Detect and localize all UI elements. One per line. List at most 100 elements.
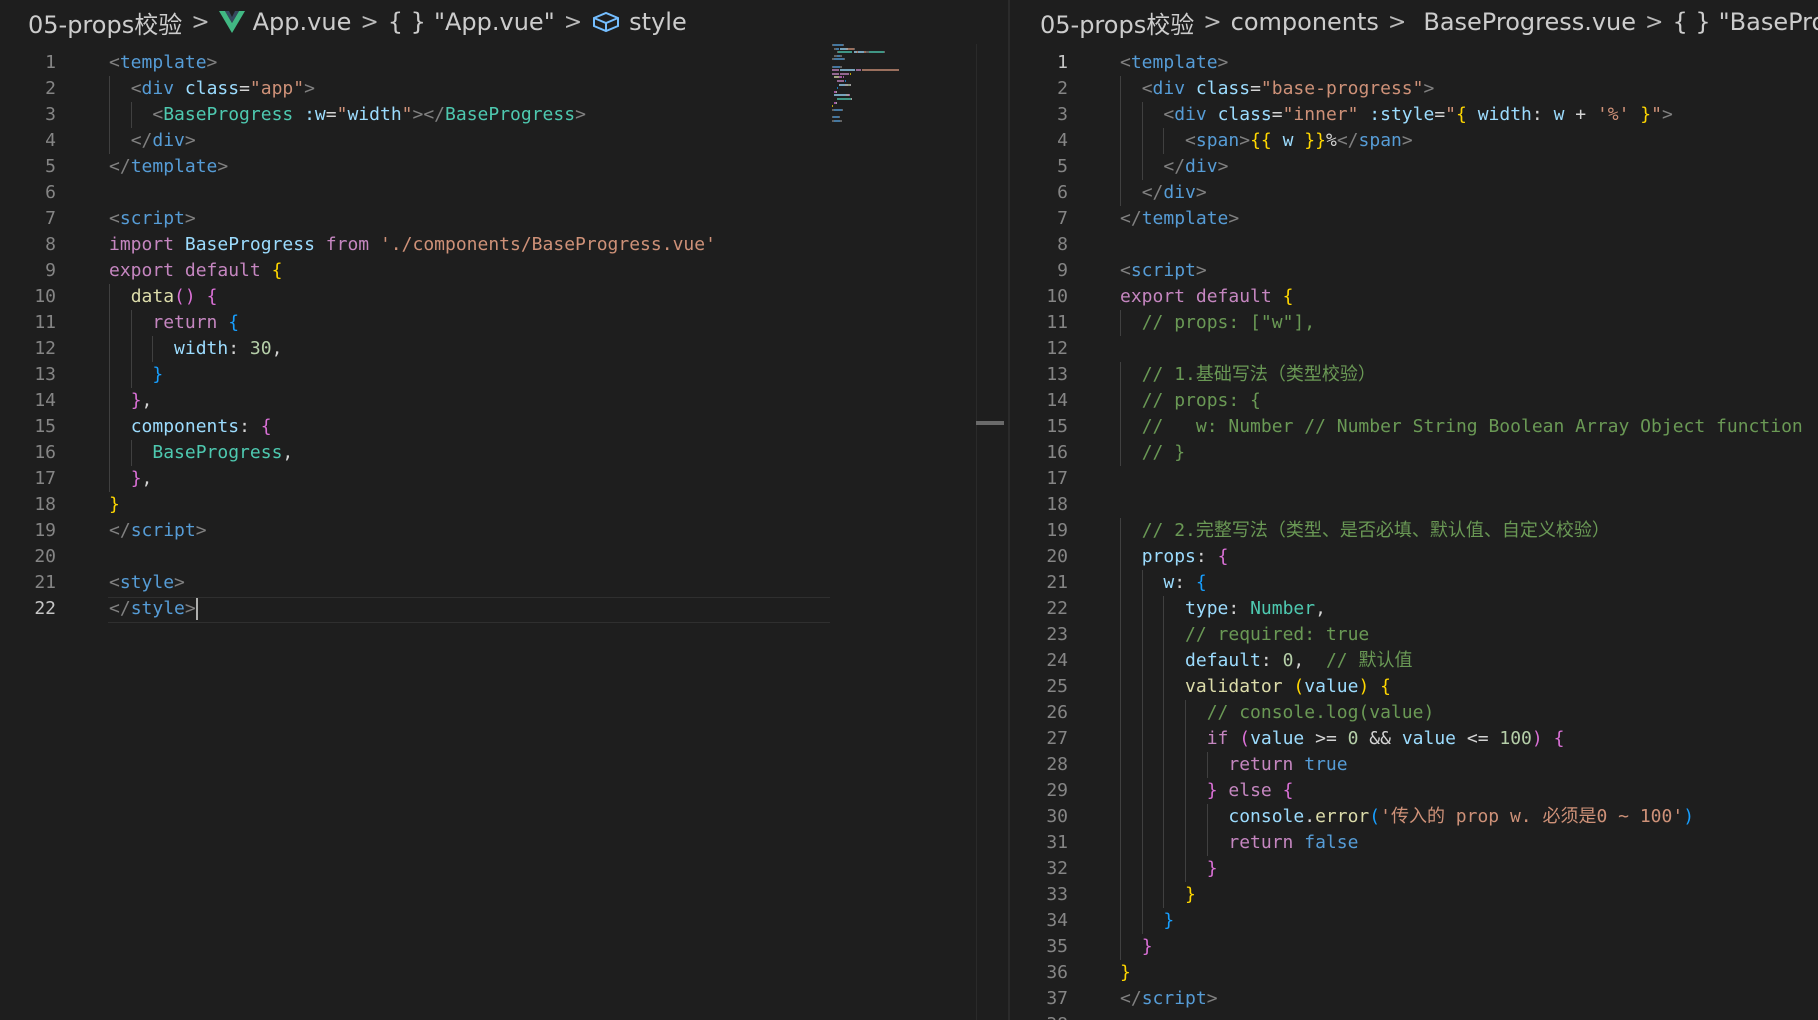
line-text[interactable]: </script> (109, 518, 207, 544)
line-text[interactable]: } (1120, 960, 1131, 986)
line-text[interactable]: type: Number, (1120, 596, 1326, 622)
code-line[interactable]: 34 } (1010, 908, 1818, 934)
code-line[interactable]: 15 // w: Number // Number String Boolean… (1010, 414, 1818, 440)
code-line[interactable]: 36} (1010, 960, 1818, 986)
breadcrumb-folder[interactable]: 05-props校验 (1040, 5, 1194, 40)
line-text[interactable]: return { (109, 310, 239, 336)
code-line[interactable]: 8 import BaseProgress from './components/… (0, 232, 1008, 258)
left-code-area[interactable]: 1 <template> 2 <div class="app"> 3 <BasePro… (0, 44, 1008, 1020)
code-line[interactable]: 17 }, (0, 466, 1008, 492)
line-text[interactable]: import BaseProgress from './components/B… (109, 232, 716, 258)
code-line[interactable]: 27 if (value >= 0 && value <= 100) { (1010, 726, 1818, 752)
line-text[interactable]: } (109, 362, 163, 388)
line-text[interactable]: } (1120, 856, 1218, 882)
code-line[interactable]: 11 return { (0, 310, 1008, 336)
breadcrumb-symbol[interactable]: style (629, 8, 687, 36)
code-line[interactable]: 5 </div> (1010, 154, 1818, 180)
code-line[interactable]: 25 validator (value) { (1010, 674, 1818, 700)
code-line[interactable]: 20 props: { (1010, 544, 1818, 570)
line-text[interactable]: // 1.基础写法（类型校验） (1120, 362, 1376, 388)
code-line[interactable]: 22 </style> (0, 596, 1008, 623)
code-line[interactable]: 6 </div> (1010, 180, 1818, 206)
line-text[interactable]: w: { (1120, 570, 1206, 596)
line-text[interactable]: <span>{{ w }}%</span> (1120, 128, 1413, 154)
right-editor-pane[interactable]: 05-props校验 > components > BaseProgress.v… (1010, 0, 1818, 1020)
code-line[interactable]: 3 <div class="inner" :style="{ width: w … (1010, 102, 1818, 128)
line-text[interactable]: <script> (1120, 258, 1207, 284)
line-text[interactable]: // w: Number // Number String Boolean Ar… (1120, 414, 1803, 440)
code-line[interactable]: 17 (1010, 466, 1818, 492)
line-text[interactable]: <template> (1120, 50, 1228, 76)
left-editor-pane[interactable]: 05-props校验 > App.vue > { } "App.vue" > s… (0, 0, 1008, 1020)
line-text[interactable]: // props: ["w"], (1120, 310, 1315, 336)
line-text[interactable]: export default { (109, 258, 282, 284)
code-line[interactable]: 33 } (1010, 882, 1818, 908)
left-minimap[interactable] (832, 44, 952, 134)
code-line[interactable]: 18} (0, 492, 1008, 518)
code-line[interactable]: 14 // props: { (1010, 388, 1818, 414)
line-text[interactable]: } (109, 492, 120, 518)
line-text[interactable]: } (1120, 934, 1153, 960)
code-line[interactable]: 28 return true (1010, 752, 1818, 778)
line-text[interactable]: </style> (109, 596, 198, 622)
line-text[interactable]: } else { (1120, 778, 1294, 804)
line-text[interactable]: // 2.完整写法（类型、是否必填、默认值、自定义校验） (1120, 518, 1610, 544)
code-line[interactable]: 21 w: { (1010, 570, 1818, 596)
code-line[interactable]: 1 <template> (1010, 50, 1818, 76)
line-text[interactable]: default: 0, // 默认值 (1120, 648, 1412, 674)
breadcrumb-file[interactable]: BaseProgress.vue (1423, 8, 1636, 36)
breadcrumb-object[interactable]: "BasePro (1719, 8, 1818, 36)
code-line[interactable]: 31 return false (1010, 830, 1818, 856)
code-line[interactable]: 32 } (1010, 856, 1818, 882)
line-text[interactable]: <div class="inner" :style="{ width: w + … (1120, 102, 1672, 128)
breadcrumb-folder[interactable]: 05-props校验 (28, 5, 182, 40)
code-line[interactable]: 12 width: 30, (0, 336, 1008, 362)
line-text[interactable]: // console.log(value) (1120, 700, 1435, 726)
code-line[interactable]: 19 // 2.完整写法（类型、是否必填、默认值、自定义校验） (1010, 518, 1818, 544)
line-text[interactable]: </div> (1120, 180, 1207, 206)
line-text[interactable]: }, (109, 388, 153, 414)
breadcrumb-file[interactable]: App.vue (253, 8, 352, 36)
line-text[interactable]: props: { (1120, 544, 1229, 570)
code-line[interactable]: 19 </script> (0, 518, 1008, 544)
code-line[interactable]: 21 <style> (0, 570, 1008, 596)
line-text[interactable]: return true (1120, 752, 1347, 778)
line-text[interactable]: <div class="app"> (109, 76, 315, 102)
line-text[interactable]: if (value >= 0 && value <= 100) { (1120, 726, 1565, 752)
line-text[interactable]: data() { (109, 284, 218, 310)
line-text[interactable]: } (1120, 882, 1196, 908)
right-code-area[interactable]: 1 <template> 2 <div class="base-progress">… (1010, 44, 1818, 1020)
line-text[interactable]: </template> (1120, 206, 1239, 232)
code-line[interactable]: 4 <span>{{ w }}%</span> (1010, 128, 1818, 154)
code-line[interactable]: 8 (1010, 232, 1818, 258)
code-line[interactable]: 15 components: { (0, 414, 1008, 440)
line-text[interactable]: console.error('传入的 prop w. 必须是0 ~ 100') (1120, 804, 1694, 830)
code-line[interactable]: 10 data() { (0, 284, 1008, 310)
line-text[interactable]: BaseProgress, (109, 440, 293, 466)
code-line[interactable]: 23 // required: true (1010, 622, 1818, 648)
line-text[interactable]: return false (1120, 830, 1358, 856)
line-text[interactable]: </div> (1120, 154, 1228, 180)
code-line[interactable]: 24 default: 0, // 默认值 (1010, 648, 1818, 674)
breadcrumb-subfolder[interactable]: components (1231, 8, 1379, 36)
line-text[interactable]: <style> (109, 570, 185, 596)
line-text[interactable]: validator (value) { (1120, 674, 1391, 700)
line-text[interactable]: <script> (109, 206, 196, 232)
line-text[interactable]: </script> (1120, 986, 1218, 1012)
code-line[interactable]: 13 } (0, 362, 1008, 388)
code-line[interactable]: 22 type: Number, (1010, 596, 1818, 622)
line-text[interactable]: export default { (1120, 284, 1293, 310)
code-line[interactable]: 6 (0, 180, 1008, 206)
line-text[interactable]: <div class="base-progress"> (1120, 76, 1435, 102)
code-line[interactable]: 14 }, (0, 388, 1008, 414)
line-text[interactable]: } (1120, 908, 1174, 934)
code-line[interactable]: 37 </script> (1010, 986, 1818, 1012)
code-line[interactable]: 26 // console.log(value) (1010, 700, 1818, 726)
breadcrumb-object[interactable]: "App.vue" (434, 8, 555, 36)
code-line[interactable]: 29 } else { (1010, 778, 1818, 804)
code-line[interactable]: 7 <script> (0, 206, 1008, 232)
line-text[interactable]: </template> (109, 154, 228, 180)
line-text[interactable]: width: 30, (109, 336, 282, 362)
code-line[interactable]: 9 export default { (0, 258, 1008, 284)
code-line[interactable]: 16 // } (1010, 440, 1818, 466)
